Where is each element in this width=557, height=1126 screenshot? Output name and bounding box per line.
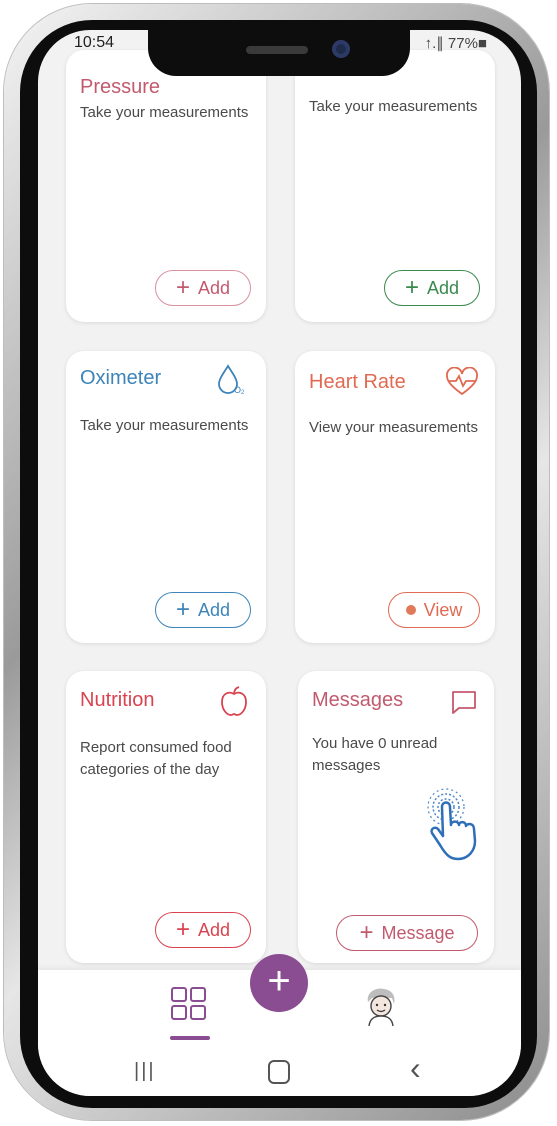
button-label: Message — [381, 922, 455, 943]
card-title: Heart Rate — [309, 371, 406, 393]
avatar-icon[interactable] — [362, 986, 400, 1028]
back-button[interactable]: ‹ — [410, 1050, 421, 1087]
card-description: View your measurements — [309, 419, 478, 436]
card-heart-rate[interactable]: Heart Rate View your measurements View — [295, 351, 495, 643]
card-description: You have 0 unread messages — [312, 735, 438, 774]
card-description: Take your measurements — [80, 417, 249, 434]
card-oximeter[interactable]: Oximeter O 2 Take your measurements + Ad… — [66, 351, 266, 643]
recents-button[interactable]: ||| — [134, 1060, 156, 1083]
button-label: Add — [197, 277, 231, 298]
status-indicators: ↑.∥ 77%■ — [424, 35, 487, 52]
svg-text:O: O — [234, 385, 241, 395]
button-label: Add — [197, 599, 231, 620]
chat-bubble-icon — [452, 691, 476, 714]
plus-icon: + — [404, 274, 419, 301]
home-button[interactable] — [268, 1060, 290, 1084]
active-tab-indicator — [170, 1036, 210, 1040]
speaker-grille — [246, 46, 308, 54]
plus-icon: + — [175, 274, 190, 301]
add-fab-button[interactable]: + — [250, 954, 308, 1012]
add-button[interactable]: + Add — [155, 592, 251, 628]
status-dot-icon — [405, 605, 416, 615]
card-top-right[interactable]: Take your measurements + Add — [295, 50, 495, 322]
button-label: View — [423, 599, 463, 620]
card-description: Report consumed food categories of the d… — [80, 739, 232, 778]
card-messages[interactable]: Messages You have 0 unread messages + Me… — [298, 671, 494, 963]
plus-icon: + — [267, 959, 291, 1003]
apple-icon — [221, 686, 247, 716]
svg-text:2: 2 — [241, 390, 245, 395]
camera-notch — [148, 30, 410, 76]
card-nutrition[interactable]: Nutrition Report consumed food categorie… — [66, 671, 266, 963]
plus-icon: + — [175, 916, 190, 943]
status-time: 10:54 — [74, 34, 115, 51]
card-title: Nutrition — [80, 689, 155, 711]
add-button[interactable]: + Add — [155, 270, 251, 306]
card-description: Take your measurements — [309, 98, 478, 115]
card-pressure[interactable]: Pressure Take your measurements + Add — [66, 50, 266, 322]
button-label: Add — [197, 919, 231, 940]
tap-hand-icon — [427, 788, 477, 861]
card-title: Pressure — [80, 76, 161, 98]
plus-icon: + — [175, 596, 190, 623]
add-button[interactable]: + Add — [384, 270, 480, 306]
view-button[interactable]: View — [388, 592, 480, 628]
grid-icon[interactable] — [170, 986, 208, 1022]
plus-icon: + — [359, 919, 374, 946]
button-label: Add — [426, 277, 460, 298]
drop-o2-icon: O 2 — [218, 364, 245, 395]
home-icon — [268, 1060, 290, 1084]
card-title: Oximeter — [80, 367, 162, 389]
card-description: Take your measurements — [80, 104, 249, 121]
add-button[interactable]: + Add — [155, 912, 251, 948]
card-title: Messages — [312, 689, 404, 711]
heart-pulse-icon — [446, 367, 478, 396]
message-button[interactable]: + Message — [336, 915, 478, 951]
screen: 10:54 ↑.∥ 77%■ Pressure Take your measur… — [38, 30, 521, 1096]
front-camera-icon — [332, 40, 350, 58]
